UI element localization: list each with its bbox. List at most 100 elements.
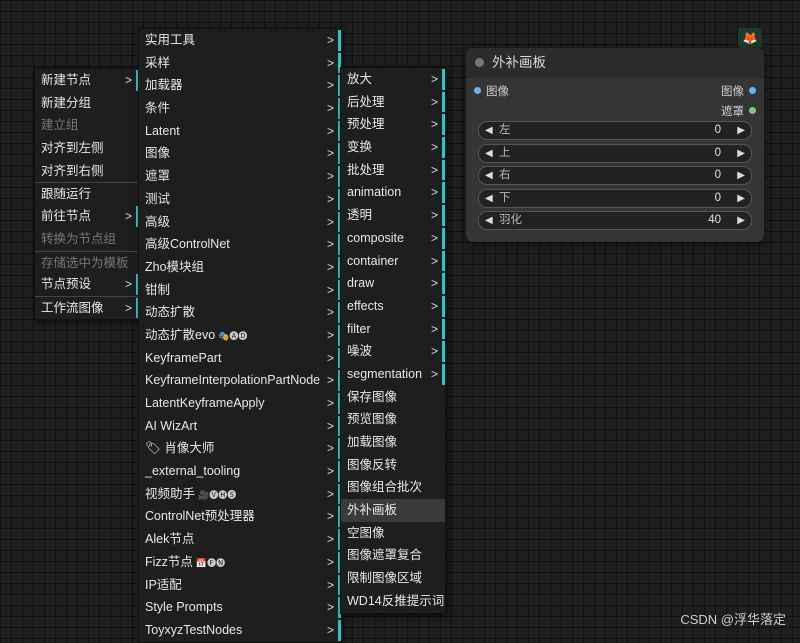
menu-item-fizz-nodes[interactable]: Fizz节点 📅🅕🅝 >: [139, 551, 341, 574]
menu-item-invert-image[interactable]: 图像反转: [341, 454, 445, 477]
chevron-right-icon: >: [124, 300, 132, 315]
menu-item-wd14-tagger[interactable]: WD14反推提示词: [341, 590, 445, 613]
menu-item-external-tooling[interactable]: _external_tooling >: [139, 460, 341, 483]
menu-item-filter[interactable]: filter >: [341, 318, 445, 341]
number-widget-3[interactable]: ◀ 下 0 ▶: [478, 188, 752, 208]
decrement-arrow-icon[interactable]: ◀: [485, 167, 493, 184]
menu-item-transparent[interactable]: 透明 >: [341, 204, 445, 227]
decrement-arrow-icon[interactable]: ◀: [485, 212, 493, 229]
menu-item-ip-adapter[interactable]: IP适配 >: [139, 574, 341, 597]
decrement-arrow-icon[interactable]: ◀: [485, 145, 493, 162]
menu-item-preview-image[interactable]: 预览图像: [341, 408, 445, 431]
menu-item-save-as-template: 存储选中为模板: [35, 250, 139, 274]
increment-arrow-icon[interactable]: ▶: [737, 122, 745, 139]
menu-item-image-batch[interactable]: 图像组合批次: [341, 476, 445, 499]
menu-item-transform[interactable]: 变换 >: [341, 136, 445, 159]
number-widget-0[interactable]: ◀ 左 0 ▶: [478, 121, 752, 140]
increment-arrow-icon[interactable]: ▶: [737, 190, 745, 207]
menu-item-latent-keyframe-apply[interactable]: LatentKeyframeApply >: [139, 392, 341, 415]
menu-item-follow-run[interactable]: 跟随运行: [35, 182, 139, 205]
menu-item-pad-image-for-outpainting[interactable]: 外补画板: [341, 499, 445, 522]
menu-item-postprocess[interactable]: 后处理 >: [341, 91, 445, 114]
menu-item-style-prompts[interactable]: Style Prompts >: [139, 596, 341, 619]
increment-arrow-icon[interactable]: ▶: [737, 212, 745, 229]
menu-item-new-node[interactable]: 新建节点 >: [35, 69, 139, 92]
output-dot-icon[interactable]: [749, 107, 756, 114]
menu-item-batch[interactable]: 批处理 >: [341, 159, 445, 182]
menu-item-goto-node[interactable]: 前往节点 >: [35, 205, 139, 228]
number-widget-4[interactable]: ◀ 羽化 40 ▶: [478, 211, 752, 230]
increment-arrow-icon[interactable]: ▶: [737, 145, 745, 162]
menu-item-create-group: 建立组: [35, 114, 139, 137]
menu-item-align-right[interactable]: 对齐到右侧: [35, 160, 139, 183]
menu-item-label: draw: [347, 276, 375, 291]
increment-arrow-icon[interactable]: ▶: [737, 167, 745, 184]
chevron-right-icon: >: [326, 350, 334, 365]
menu-item-container[interactable]: container >: [341, 250, 445, 273]
menu-item-noise[interactable]: 噪波 >: [341, 340, 445, 363]
menu-item-animatediff[interactable]: 动态扩散 >: [139, 301, 341, 324]
menu-item-test[interactable]: 测试 >: [139, 188, 341, 211]
menu-item-label: IP适配: [145, 577, 182, 592]
menu-item-conditioning[interactable]: 条件 >: [139, 97, 341, 120]
node-title-bar[interactable]: 外补画板: [466, 48, 764, 78]
menu-item-advanced[interactable]: 高级 >: [139, 211, 341, 234]
number-widget-1[interactable]: ◀ 上 0 ▶: [478, 143, 752, 163]
menu-item-alek-nodes[interactable]: Alek节点 >: [139, 528, 341, 551]
menu-item-portrait-master[interactable]: 🏷 肖像大师 >: [139, 437, 341, 460]
number-widget-2[interactable]: ◀ 右 0 ▶: [478, 166, 752, 185]
menu-item-keyframe-interpolation[interactable]: KeyframeInterpolationPartNode >: [139, 369, 341, 392]
menu-item-image[interactable]: 图像 >: [139, 142, 341, 165]
menu-item-image-crop[interactable]: 限制图像区域: [341, 567, 445, 590]
image-submenu: 放大 > 后处理 > 预处理 > 变换 > 批处理 > animation > 透明 > composite…: [340, 67, 446, 614]
menu-item-workflow-image[interactable]: 工作流图像 >: [35, 295, 139, 319]
menu-item-clamp[interactable]: 钳制 >: [139, 279, 341, 302]
menu-item-effects[interactable]: effects >: [341, 295, 445, 318]
menu-item-label: container: [347, 253, 399, 268]
menu-item-utils[interactable]: 实用工具 >: [139, 29, 341, 52]
submenu-indicator: [338, 619, 341, 641]
collapse-dot-icon[interactable]: [475, 58, 484, 67]
menu-item-align-left[interactable]: 对齐到左侧: [35, 137, 139, 160]
chevron-right-icon: >: [326, 55, 334, 70]
menu-item-animation[interactable]: animation >: [341, 181, 445, 204]
menu-item-draw[interactable]: draw >: [341, 272, 445, 295]
menu-item-node-presets[interactable]: 节点预设 >: [35, 273, 139, 296]
output-dot-icon[interactable]: [749, 87, 756, 94]
menu-item-sampling[interactable]: 采样 >: [139, 52, 341, 75]
input-slot-image[interactable]: 图像: [474, 83, 509, 99]
menu-item-preprocess[interactable]: 预处理 >: [341, 113, 445, 136]
menu-item-save-image[interactable]: 保存图像: [341, 386, 445, 409]
menu-item-toyxyz-test-nodes[interactable]: ToyxyzTestNodes >: [139, 619, 341, 642]
menu-item-ai-wizart[interactable]: AI WizArt >: [139, 415, 341, 438]
menu-item-empty-image[interactable]: 空图像: [341, 522, 445, 545]
menu-item-image-composite-masked[interactable]: 图像遮罩复合: [341, 544, 445, 567]
menu-item-label: 变换: [347, 140, 373, 155]
outpaint-node[interactable]: 外补画板 图像 图像 遮罩 ◀ 左 0 ▶ ◀ 上 0 ▶ ◀ 右 0 ▶ ◀ 下 0 ▶ ◀ 羽化 40 ▶: [466, 48, 764, 242]
output-slot-image[interactable]: 图像: [721, 83, 756, 99]
chevron-right-icon: >: [326, 78, 334, 93]
menu-item-new-group[interactable]: 新建分组: [35, 92, 139, 115]
menu-item-segmentation[interactable]: segmentation >: [341, 363, 445, 386]
menu-item-advanced-controlnet[interactable]: 高级ControlNet >: [139, 233, 341, 256]
menu-item-loaders[interactable]: 加载器 >: [139, 74, 341, 97]
input-dot-icon[interactable]: [474, 87, 481, 94]
decrement-arrow-icon[interactable]: ◀: [485, 190, 493, 207]
decrement-arrow-icon[interactable]: ◀: [485, 122, 493, 139]
menu-item-composite[interactable]: composite >: [341, 227, 445, 250]
output-slot-mask[interactable]: 遮罩: [721, 103, 756, 119]
menu-item-animatediff-evo[interactable]: 动态扩散evo 🎭🅐🅓 >: [139, 324, 341, 347]
menu-item-upscale[interactable]: 放大 >: [341, 68, 445, 91]
menu-item-latent[interactable]: Latent >: [139, 120, 341, 143]
menu-item-controlnet-preprocessors[interactable]: ControlNet预处理器 >: [139, 505, 341, 528]
menu-item-load-image[interactable]: 加载图像: [341, 431, 445, 454]
fox-icon[interactable]: 🦊: [738, 28, 762, 48]
menu-item-zho-modules[interactable]: Zho模块组 >: [139, 256, 341, 279]
menu-item-label: KeyframePart: [145, 350, 222, 365]
menu-item-video-helper[interactable]: 视频助手 🎥🅥🅗🅢 >: [139, 483, 341, 506]
menu-item-mask[interactable]: 遮罩 >: [139, 165, 341, 188]
menu-item-keyframe-part[interactable]: KeyframePart >: [139, 347, 341, 370]
menu-item-label: 动态扩散evo: [145, 327, 216, 342]
widget-value: 0: [714, 146, 721, 159]
chevron-right-icon: >: [124, 277, 132, 292]
